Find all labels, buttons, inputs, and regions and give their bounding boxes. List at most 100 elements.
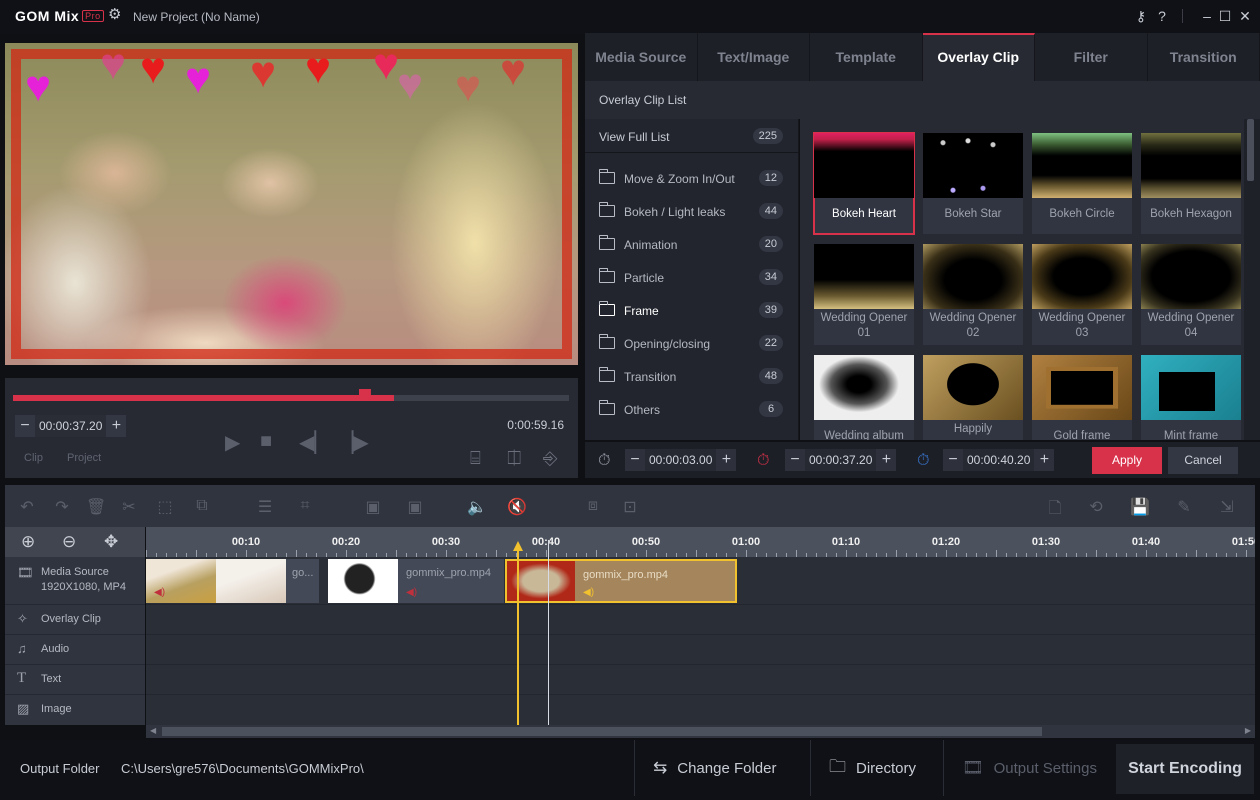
image-out-icon[interactable]: ▣ [405, 497, 425, 517]
zoom-out-icon[interactable]: ⊖ [62, 532, 76, 552]
redo-icon[interactable]: ↷ [52, 497, 72, 517]
fit-icon[interactable]: ✥ [104, 532, 118, 552]
adjust-icon[interactable]: ☰ [255, 497, 275, 517]
gear-icon[interactable]: ⚙ [108, 7, 124, 23]
next-frame-icon[interactable]: ▕▶ [338, 430, 369, 455]
maximize-icon[interactable]: ☐ [1216, 7, 1234, 25]
overlay-thumb[interactable]: Gold frame [1032, 355, 1132, 440]
increment-button[interactable]: + [876, 449, 896, 471]
category-item[interactable]: Animation 20 [585, 230, 799, 263]
category-item[interactable]: Transition 48 [585, 362, 799, 395]
stop-icon[interactable]: ■ [260, 430, 272, 453]
volume-icon[interactable]: 🔈 [467, 497, 487, 517]
grid-scrollbar[interactable] [1244, 119, 1260, 440]
insert-marker-handle[interactable] [513, 541, 523, 551]
increment-button[interactable]: + [1034, 449, 1054, 471]
open-project-icon[interactable]: ⟲ [1086, 497, 1106, 517]
select-icon[interactable]: ⬚ [155, 497, 175, 517]
timeline-ruler[interactable]: 00:10 00:20 00:30 00:40 00:50 01:00 01:10 01:20… [146, 527, 1255, 557]
overlay-thumb[interactable]: Wedding Opener 02 [923, 244, 1023, 345]
timeline-clip[interactable]: gommix_pro.mp4 ◀) [328, 559, 504, 603]
mute-icon[interactable]: 🔇 [507, 497, 527, 517]
overlay-thumb[interactable]: Wedding Opener 01 [814, 244, 914, 345]
overlay-thumb[interactable]: Happily [923, 355, 1023, 440]
category-item[interactable]: Particle 34 [585, 263, 799, 296]
decrement-button[interactable]: − [625, 449, 645, 471]
close-icon[interactable]: ✕ [1236, 7, 1254, 25]
tab-filter[interactable]: Filter [1035, 33, 1148, 81]
scrollbar-thumb[interactable] [162, 727, 1042, 736]
scrollbar-thumb[interactable] [1247, 119, 1254, 181]
overlay-thumb[interactable]: Wedding album [814, 355, 914, 440]
tab-template[interactable]: Template [810, 33, 923, 81]
increment-button[interactable]: + [106, 415, 126, 437]
timeline-clip-selected[interactable]: gommix_pro.mp4 ◀) [505, 559, 737, 603]
category-item-active[interactable]: Frame 39 [585, 296, 799, 329]
seek-bar[interactable] [13, 389, 569, 401]
play-icon[interactable]: ▶ [225, 430, 240, 455]
save-as-icon[interactable]: ✎ [1174, 497, 1194, 517]
cancel-button[interactable]: Cancel [1168, 447, 1238, 474]
preview-clip-icon[interactable]: ⊡ [620, 497, 640, 517]
image-in-icon[interactable]: ▣ [363, 497, 383, 517]
scroll-right-icon[interactable]: ▶ [1245, 726, 1251, 735]
split-left-icon[interactable]: ⎅ [507, 448, 521, 469]
output-settings-button[interactable]: 🎞 Output Settings [943, 740, 1097, 796]
overlay-thumb[interactable]: Wedding Opener 03 [1032, 244, 1132, 345]
prev-frame-icon[interactable]: ◀▏ [299, 430, 330, 455]
pip-icon[interactable]: ⧈ [583, 497, 603, 515]
increment-button[interactable]: + [716, 449, 736, 471]
tab-media-source[interactable]: Media Source [585, 33, 698, 81]
export-icon[interactable]: ⇲ [1217, 497, 1237, 517]
overlay-thumb[interactable]: Bokeh Hexagon [1141, 133, 1241, 234]
tab-overlay-clip[interactable]: Overlay Clip [922, 33, 1035, 81]
apply-button[interactable]: Apply [1092, 447, 1162, 474]
overlay-thumb[interactable]: Bokeh Star [923, 133, 1023, 234]
category-item[interactable]: Bokeh / Light leaks 44 [585, 197, 799, 230]
video-preview[interactable]: ♥ ♥ ♥ ♥ ♥ ♥ ♥ ♥ ♥ ♥ [5, 43, 578, 365]
playhead[interactable] [548, 540, 549, 725]
end-time-stepper[interactable]: − 00:00:40.20 + [943, 449, 1055, 471]
start-time-stepper[interactable]: − 00:00:37.20 + [785, 449, 897, 471]
overlay-insert-marker[interactable] [517, 543, 519, 725]
current-time-field[interactable]: 00:00:37.20 [35, 415, 107, 437]
key-icon[interactable]: ⚷ [1132, 7, 1150, 25]
duration-field[interactable]: 00:00:03.00 [645, 449, 717, 471]
help-icon[interactable]: ? [1153, 7, 1171, 25]
overlay-thumb[interactable]: Bokeh Heart [813, 132, 915, 235]
overlay-thumb[interactable]: Wedding Opener 04 [1141, 244, 1241, 345]
current-time-stepper[interactable]: − 00:00:37.20 + [15, 415, 127, 437]
decrement-button[interactable]: − [943, 449, 963, 471]
timeline-clip[interactable]: go... ◀) [146, 559, 319, 603]
split-right-icon[interactable]: ⎆ [543, 448, 557, 469]
end-time-field[interactable]: 00:00:40.20 [963, 449, 1035, 471]
category-item[interactable]: Opening/closing 22 [585, 329, 799, 362]
zoom-in-icon[interactable]: ⊕ [21, 532, 35, 552]
tab-text-image[interactable]: Text/Image [698, 33, 810, 81]
overlay-thumb[interactable]: Mint frame [1141, 355, 1241, 440]
tab-transition[interactable]: Transition [1148, 33, 1260, 81]
scroll-left-icon[interactable]: ◀ [150, 726, 156, 735]
start-time-field[interactable]: 00:00:37.20 [805, 449, 877, 471]
camera-icon[interactable]: ⌸ [470, 448, 481, 469]
overlay-thumb[interactable]: Bokeh Circle [1032, 133, 1132, 234]
decrement-button[interactable]: − [785, 449, 805, 471]
change-folder-button[interactable]: ⇆ Change Folder [634, 740, 776, 796]
duration-stepper[interactable]: − 00:00:03.00 + [625, 449, 737, 471]
category-item[interactable]: Others 6 [585, 395, 799, 428]
start-encoding-button[interactable]: Start Encoding [1116, 744, 1254, 794]
split-delete-icon[interactable]: ⧉ [192, 497, 212, 515]
mode-project-tab[interactable]: Project [67, 452, 101, 464]
undo-icon[interactable]: ↶ [17, 497, 37, 517]
delete-icon[interactable]: 🗑 [86, 497, 106, 517]
decrement-button[interactable]: − [15, 415, 35, 437]
minimize-icon[interactable]: – [1198, 7, 1216, 25]
timeline-hscrollbar[interactable]: ◀ ▶ [146, 725, 1255, 738]
category-item[interactable]: Move & Zoom In/Out 12 [585, 164, 799, 197]
crop-icon[interactable]: ⌗ [295, 497, 315, 515]
view-full-list[interactable]: View Full List 225 [585, 119, 799, 153]
save-icon[interactable]: 💾 [1130, 497, 1150, 517]
cut-icon[interactable]: ✂ [119, 497, 139, 517]
new-project-icon[interactable]: 🗋 [1045, 497, 1065, 524]
mode-clip-tab[interactable]: Clip [24, 452, 43, 464]
